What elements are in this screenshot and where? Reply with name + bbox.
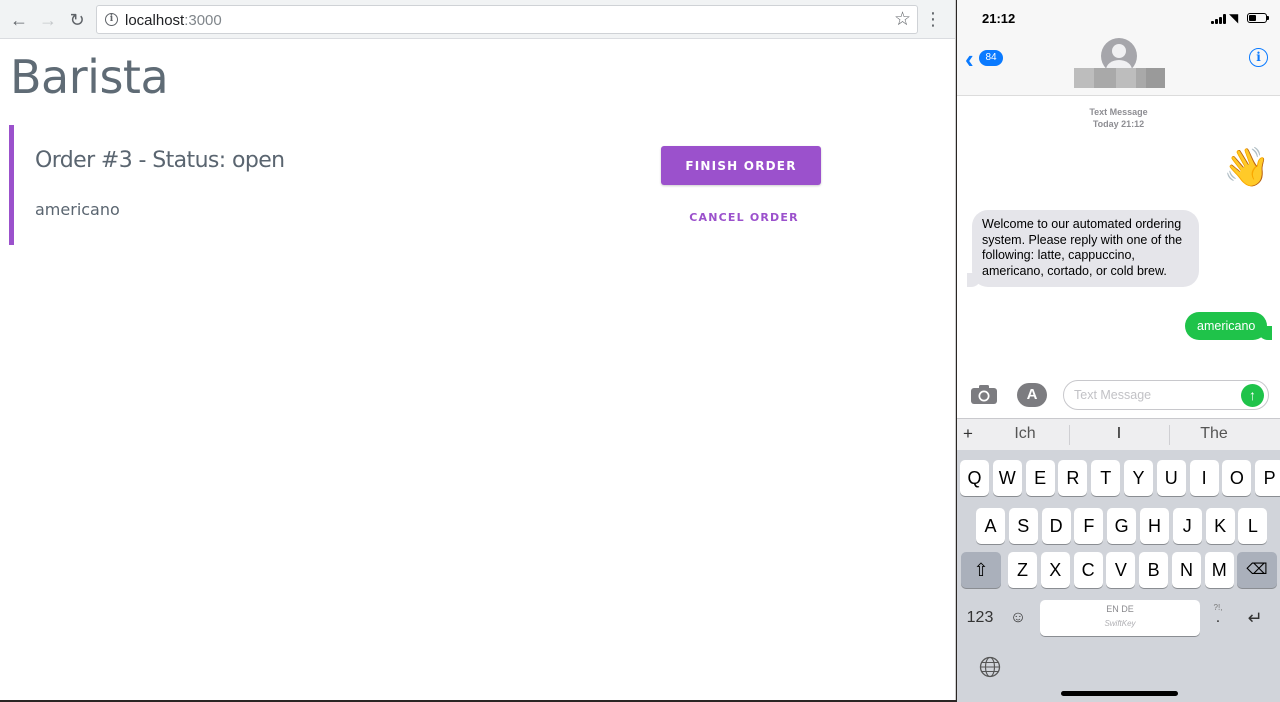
key-a[interactable]: A <box>976 508 1005 544</box>
site-info-icon[interactable]: i <box>105 13 118 26</box>
key-p[interactable]: P <box>1255 460 1280 496</box>
reload-icon[interactable]: ↻ <box>66 9 88 31</box>
key-w[interactable]: W <box>992 460 1022 496</box>
shift-key[interactable]: ⇧ <box>961 552 1001 588</box>
key-g[interactable]: G <box>1107 508 1137 544</box>
order-heading: Order #3 - Status: open <box>35 148 285 173</box>
punct-alt: ?!, <box>1213 603 1223 612</box>
url-host: localhost <box>125 12 185 29</box>
message-composer: A ↑ <box>957 372 1280 418</box>
key-t[interactable]: T <box>1091 460 1121 496</box>
key-l[interactable]: L <box>1238 508 1268 544</box>
cell-signal-icon <box>1211 14 1227 24</box>
home-indicator[interactable] <box>1061 691 1178 696</box>
key-b[interactable]: B <box>1139 552 1169 588</box>
punctuation-key[interactable]: ?!, . <box>1207 600 1229 636</box>
key-r[interactable]: R <box>1058 460 1088 496</box>
key-z[interactable]: Z <box>1008 552 1037 588</box>
back-chevron-icon[interactable]: ‹ <box>965 44 974 75</box>
key-i[interactable]: I <box>1189 460 1219 496</box>
space-key[interactable]: EN DE SwiftKey <box>1040 600 1200 636</box>
order-card: Order #3 - Status: open americano FINISH… <box>9 125 909 245</box>
thread-type: Text Message <box>1089 107 1148 117</box>
key-j[interactable]: J <box>1172 508 1202 544</box>
return-icon[interactable]: ↵ <box>1235 600 1275 636</box>
space-language: EN DE <box>1106 604 1134 614</box>
wifi-icon: ◥ <box>1229 11 1239 25</box>
suggestion-3[interactable]: The <box>1165 419 1263 451</box>
key-x[interactable]: X <box>1040 552 1070 588</box>
thread-time: Today 21:12 <box>1092 119 1145 129</box>
keyboard: + Ich I The QWERTYUIOP ASDFGHJKL ZXCVBNM… <box>957 418 1280 702</box>
thread-timestamp: Text Message Today 21:12 <box>957 106 1280 130</box>
key-f[interactable]: F <box>1074 508 1104 544</box>
key-e[interactable]: E <box>1025 460 1055 496</box>
url-text: localhost:3000 <box>125 12 222 29</box>
key-s[interactable]: S <box>1008 508 1038 544</box>
space-brand: SwiftKey <box>1104 619 1136 628</box>
status-bar: 21:12 ◥ <box>957 0 1280 40</box>
emoji-icon[interactable]: ☺ <box>1005 600 1031 636</box>
message-input[interactable] <box>1063 380 1269 410</box>
url-port: :3000 <box>184 12 222 29</box>
browser-toolbar: ← → ↻ i localhost:3000 ☆ ⋮ <box>0 0 955 39</box>
cancel-order-button[interactable]: CANCEL ORDER <box>661 207 827 227</box>
key-k[interactable]: K <box>1205 508 1235 544</box>
info-icon[interactable]: i <box>1249 48 1268 67</box>
order-item: americano <box>35 200 120 219</box>
app-store-icon[interactable]: A <box>1017 383 1047 407</box>
backspace-key[interactable]: ⌫ <box>1237 552 1277 588</box>
key-c[interactable]: C <box>1073 552 1103 588</box>
phone-screen: 21:12 ◥ ‹ 84 i Text Message Today 21:12 … <box>957 0 1280 702</box>
battery-icon <box>1247 13 1269 23</box>
key-q[interactable]: Q <box>960 460 989 496</box>
conversation-header: ‹ 84 i <box>957 38 1280 96</box>
finish-order-button[interactable]: FINISH ORDER <box>661 146 821 185</box>
contact-name-redacted[interactable] <box>1074 68 1165 88</box>
browser-window: ← → ↻ i localhost:3000 ☆ ⋮ Barista Order… <box>0 0 956 700</box>
numbers-key[interactable]: 123 <box>959 600 1001 636</box>
outgoing-message-bubble[interactable]: americano <box>1185 312 1273 340</box>
bookmark-star-icon[interactable]: ☆ <box>894 8 911 31</box>
outgoing-emoji-message[interactable]: 👋 <box>1223 146 1270 190</box>
suggestion-2[interactable]: I <box>1070 419 1168 451</box>
suggestion-1[interactable]: Ich <box>976 419 1074 451</box>
key-v[interactable]: V <box>1106 552 1136 588</box>
key-m[interactable]: M <box>1204 552 1234 588</box>
key-y[interactable]: Y <box>1124 460 1153 496</box>
key-h[interactable]: H <box>1140 508 1169 544</box>
key-d[interactable]: D <box>1041 508 1071 544</box>
forward-arrow-icon[interactable]: → <box>37 9 59 31</box>
send-arrow-icon[interactable]: ↑ <box>1241 384 1264 407</box>
incoming-message-bubble[interactable]: Welcome to our automated ordering system… <box>967 210 1199 287</box>
back-arrow-icon[interactable]: ← <box>8 9 30 31</box>
key-o[interactable]: O <box>1222 460 1252 496</box>
plus-icon[interactable]: + <box>963 424 973 444</box>
suggestion-bar: + Ich I The <box>957 418 1280 450</box>
unread-badge[interactable]: 84 <box>979 50 1003 66</box>
browser-menu-icon[interactable]: ⋮ <box>924 9 942 29</box>
camera-icon[interactable] <box>970 384 998 405</box>
globe-icon[interactable] <box>979 656 1001 678</box>
key-n[interactable]: N <box>1172 552 1201 588</box>
page-title: Barista <box>10 50 169 104</box>
key-u[interactable]: U <box>1156 460 1186 496</box>
address-bar[interactable]: i localhost:3000 ☆ <box>96 5 918 34</box>
status-time: 21:12 <box>982 11 1016 26</box>
